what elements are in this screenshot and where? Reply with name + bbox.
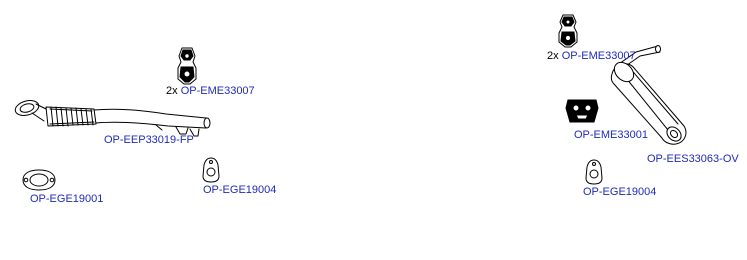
rubber-hanger-image[interactable] (555, 13, 581, 49)
rubber-hanger-image[interactable] (174, 46, 200, 86)
exhaust-parts-diagram: 2x OP-EME33007 OP-EEP33019-FP OP-EGE1900… (0, 0, 747, 260)
gasket-image[interactable] (201, 156, 221, 184)
part-label: OP-EGE19004 (583, 186, 656, 199)
part-number-link[interactable]: OP-EGE19001 (30, 193, 103, 205)
part-number-link[interactable]: OP-EME33001 (574, 129, 648, 141)
quantity-text: 2x (547, 50, 559, 62)
part-number-link[interactable]: OP-EGE19004 (203, 184, 276, 196)
part-number-link[interactable]: OP-EGE19004 (583, 186, 656, 198)
gasket-image[interactable] (584, 158, 604, 186)
part-label: OP-EGE19001 (30, 193, 103, 206)
part-label: 2x OP-EME33007 (547, 50, 636, 63)
part-label: OP-EGE19004 (203, 184, 276, 197)
gasket-image[interactable] (20, 167, 58, 193)
part-label: OP-EES33063-OV (647, 153, 739, 166)
part-label: OP-EEP33019-FP (104, 134, 194, 147)
part-number-link[interactable]: OP-EES33063-OV (647, 153, 739, 165)
part-number-link[interactable]: OP-EEP33019-FP (104, 134, 194, 146)
rubber-hanger-image[interactable] (564, 96, 600, 126)
part-number-link[interactable]: OP-EME33007 (562, 50, 636, 62)
part-label: OP-EME33001 (574, 129, 648, 142)
